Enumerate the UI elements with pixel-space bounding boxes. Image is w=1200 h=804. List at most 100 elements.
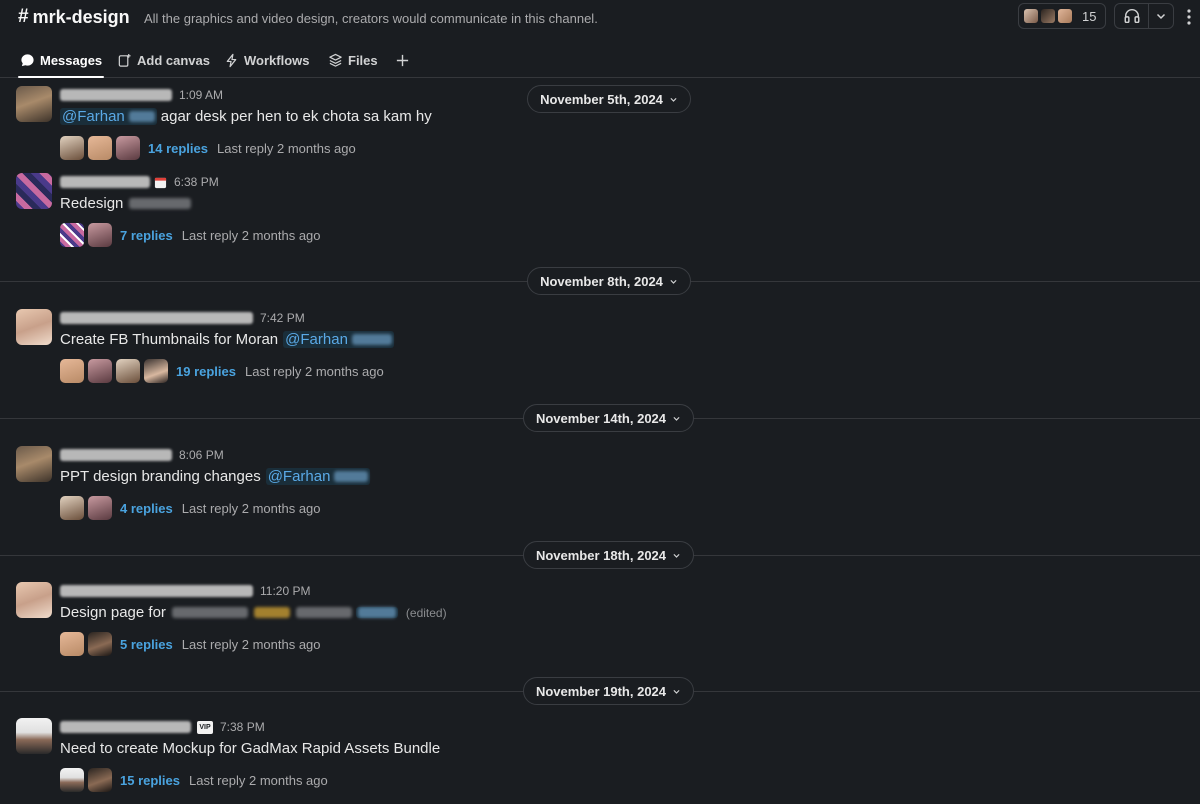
thread-summary[interactable]: 7 replies Last reply 2 months ago xyxy=(60,223,321,247)
date-divider-pill[interactable]: November 19th, 2024 xyxy=(523,677,694,705)
files-icon xyxy=(328,53,343,68)
channel-title[interactable]: # mrk-design xyxy=(18,6,130,28)
user-mention[interactable]: @Farhan xyxy=(60,108,157,125)
calendar-status-icon xyxy=(154,176,167,189)
channel-tabs: Messages Add canvas Workflows Files xyxy=(0,44,1200,78)
member-avatar xyxy=(1023,8,1039,24)
user-mention[interactable] xyxy=(355,607,398,618)
timestamp[interactable]: 1:09 AM xyxy=(179,88,223,102)
user-mention[interactable]: @Farhan xyxy=(283,331,394,348)
author-name[interactable] xyxy=(60,176,150,188)
user-mention[interactable]: @Farhan xyxy=(265,468,371,485)
author-name[interactable] xyxy=(60,89,172,101)
avatar[interactable] xyxy=(16,718,52,754)
thread-summary[interactable]: 19 replies Last reply 2 months ago xyxy=(60,359,384,383)
date-label: November 5th, 2024 xyxy=(540,91,663,107)
message-text: Redesign xyxy=(60,195,192,212)
tab-label: Add canvas xyxy=(137,53,210,68)
tab-label: Messages xyxy=(40,53,103,68)
date-divider-pill[interactable]: November 8th, 2024 xyxy=(527,267,691,295)
last-reply-text: Last reply 2 months ago xyxy=(189,772,328,788)
timestamp[interactable]: 7:38 PM xyxy=(220,720,265,734)
channel-header: # mrk-design All the graphics and video … xyxy=(0,0,1200,36)
redacted-text xyxy=(253,607,290,618)
avatar[interactable] xyxy=(16,309,52,345)
last-reply-text: Last reply 2 months ago xyxy=(181,227,321,243)
reply-avatar xyxy=(88,496,112,520)
reply-avatar xyxy=(116,136,140,160)
replies-link[interactable]: 5 replies xyxy=(120,637,173,652)
author-name[interactable] xyxy=(60,312,253,324)
author-name[interactable] xyxy=(60,449,172,461)
chevron-down-icon xyxy=(669,277,678,286)
date-divider-pill[interactable]: November 14th, 2024 xyxy=(523,404,694,432)
replies-link[interactable]: 15 replies xyxy=(120,773,180,788)
vip-badge: VIP xyxy=(197,720,213,734)
reply-avatar xyxy=(60,136,84,160)
date-divider-pill[interactable]: November 18th, 2024 xyxy=(523,541,694,569)
redacted-text xyxy=(295,607,352,618)
tab-workflows[interactable]: Workflows xyxy=(224,44,310,77)
huddle-button[interactable] xyxy=(1115,4,1149,28)
replies-link[interactable]: 19 replies xyxy=(176,364,236,379)
author-name[interactable] xyxy=(60,721,191,733)
add-tab-button[interactable] xyxy=(395,44,410,77)
thread-summary[interactable]: 14 replies Last reply 2 months ago xyxy=(60,136,356,160)
chevron-down-icon xyxy=(1156,13,1166,20)
message-text: Need to create Mockup for GadMax Rapid A… xyxy=(60,740,440,757)
reply-avatar xyxy=(60,632,84,656)
kebab-menu-icon xyxy=(1187,9,1191,25)
members-button[interactable]: 15 xyxy=(1018,3,1106,29)
tab-label: Workflows xyxy=(244,53,310,68)
date-label: November 8th, 2024 xyxy=(540,273,663,289)
mention-redacted xyxy=(128,111,155,122)
avatar[interactable] xyxy=(16,446,52,482)
plus-icon xyxy=(396,54,409,67)
last-reply-text: Last reply 2 months ago xyxy=(245,363,384,379)
tab-files[interactable]: Files xyxy=(328,44,378,77)
redacted-text xyxy=(129,198,192,209)
huddle-dropdown[interactable] xyxy=(1149,10,1173,22)
messages-icon xyxy=(20,53,35,68)
replies-link[interactable]: 4 replies xyxy=(120,501,173,516)
chevron-down-icon xyxy=(672,551,681,560)
reply-avatar xyxy=(88,359,112,383)
timestamp[interactable]: 6:38 PM xyxy=(174,175,219,189)
message-text: Design page for (edited) xyxy=(60,604,447,621)
message-body: agar desk per hen to ek chota sa kam hy xyxy=(160,108,432,125)
tab-add-canvas[interactable]: Add canvas xyxy=(117,44,210,77)
mention-text: @Farhan xyxy=(285,331,348,348)
date-label: November 18th, 2024 xyxy=(535,547,667,563)
mention-text: @Farhan xyxy=(267,468,331,485)
avatar[interactable] xyxy=(16,173,52,209)
tab-messages[interactable]: Messages xyxy=(17,44,105,78)
replies-link[interactable]: 14 replies xyxy=(148,141,208,156)
timestamp[interactable]: 7:42 PM xyxy=(260,311,305,325)
date-label: November 19th, 2024 xyxy=(535,683,667,699)
more-options-button[interactable] xyxy=(1182,6,1196,28)
timestamp[interactable]: 8:06 PM xyxy=(179,448,224,462)
chevron-down-icon xyxy=(672,687,681,696)
thread-summary[interactable]: 5 replies Last reply 2 months ago xyxy=(60,632,321,656)
workflow-icon xyxy=(224,53,239,68)
mention-text: @Farhan xyxy=(62,108,125,125)
thread-summary[interactable]: 4 replies Last reply 2 months ago xyxy=(60,496,321,520)
author-name[interactable] xyxy=(60,585,253,597)
replies-link[interactable]: 7 replies xyxy=(120,228,173,243)
avatar[interactable] xyxy=(16,86,52,122)
date-divider-pill[interactable]: November 5th, 2024 xyxy=(527,85,691,113)
message-text: PPT design branding changes @Farhan xyxy=(60,468,371,485)
reply-avatar xyxy=(60,223,84,247)
hash-icon: # xyxy=(18,6,29,27)
chevron-down-icon xyxy=(669,95,678,104)
avatar[interactable] xyxy=(16,582,52,618)
thread-summary[interactable]: 15 replies Last reply 2 months ago xyxy=(60,768,328,792)
channel-description[interactable]: All the graphics and video design, creat… xyxy=(144,11,598,26)
timestamp[interactable]: 11:20 PM xyxy=(260,584,310,598)
reply-avatar xyxy=(60,768,84,792)
date-label: November 14th, 2024 xyxy=(535,410,667,426)
tab-label: Files xyxy=(348,53,378,68)
channel-name: mrk-design xyxy=(32,6,130,27)
edited-label: (edited) xyxy=(405,605,447,620)
message-body: Design page for xyxy=(60,604,166,621)
